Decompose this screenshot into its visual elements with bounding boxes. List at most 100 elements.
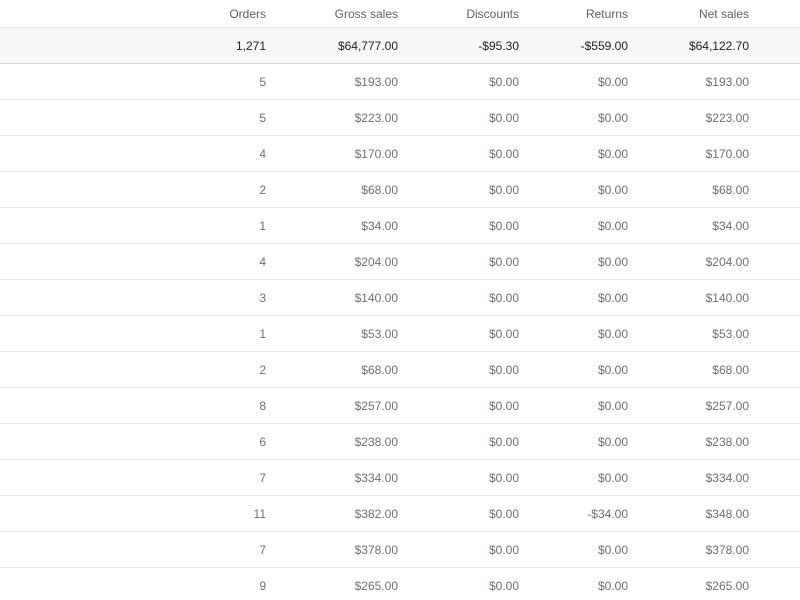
cell-orders: 7 — [259, 542, 266, 557]
cell-returns: $0.00 — [597, 542, 628, 557]
table-row[interactable]: 4 $204.00 $0.00 $0.00 $204.00 — [0, 244, 800, 280]
table-row[interactable]: 7 $378.00 $0.00 $0.00 $378.00 — [0, 532, 800, 568]
cell-discounts: $0.00 — [488, 470, 519, 485]
totals-row: 1,271 $64,777.00 -$95.30 -$559.00 $64,12… — [0, 28, 800, 64]
column-header-gross-sales[interactable]: Gross sales — [278, 0, 398, 27]
column-header-net-sales[interactable]: Net sales — [629, 0, 749, 27]
table-row[interactable]: 6 $238.00 $0.00 $0.00 $238.00 — [0, 424, 800, 460]
cell-gross-sales: $193.00 — [354, 74, 398, 89]
cell-returns: $0.00 — [597, 146, 628, 161]
table-row[interactable]: 1 $53.00 $0.00 $0.00 $53.00 — [0, 316, 800, 352]
cell-returns: $0.00 — [597, 470, 628, 485]
cell-gross-sales: $334.00 — [354, 470, 398, 485]
cell-returns: $0.00 — [597, 74, 628, 89]
table-row[interactable]: 2 $68.00 $0.00 $0.00 $68.00 — [0, 172, 800, 208]
cell-orders: 1 — [259, 326, 266, 341]
cell-net-sales: $53.00 — [712, 326, 749, 341]
table-header-row: Orders Gross sales Discounts Returns Net… — [0, 0, 800, 28]
cell-net-sales: $140.00 — [705, 290, 749, 305]
cell-gross-sales: $204.00 — [354, 254, 398, 269]
table-body: 5 $193.00 $0.00 $0.00 $193.00 5 $223.00 $0.00 $0… — [0, 64, 800, 600]
total-net-sales: $64,122.70 — [688, 38, 749, 53]
cell-returns: $0.00 — [597, 110, 628, 125]
total-returns: -$559.00 — [580, 38, 628, 53]
cell-gross-sales: $170.00 — [354, 146, 398, 161]
cell-orders: 2 — [259, 182, 266, 197]
cell-orders: 6 — [259, 434, 266, 449]
cell-net-sales: $223.00 — [705, 110, 749, 125]
cell-gross-sales: $68.00 — [361, 362, 398, 377]
cell-orders: 4 — [259, 254, 266, 269]
cell-net-sales: $257.00 — [705, 398, 749, 413]
cell-gross-sales: $265.00 — [354, 578, 398, 593]
table-row[interactable]: 5 $193.00 $0.00 $0.00 $193.00 — [0, 64, 800, 100]
cell-discounts: $0.00 — [488, 506, 519, 521]
table-row[interactable]: 7 $334.00 $0.00 $0.00 $334.00 — [0, 460, 800, 496]
cell-returns: $0.00 — [597, 218, 628, 233]
table-row[interactable]: 9 $265.00 $0.00 $0.00 $265.00 — [0, 568, 800, 600]
cell-orders: 5 — [259, 74, 266, 89]
cell-discounts: $0.00 — [488, 182, 519, 197]
cell-orders: 9 — [259, 578, 266, 593]
cell-net-sales: $170.00 — [705, 146, 749, 161]
table-row[interactable]: 2 $68.00 $0.00 $0.00 $68.00 — [0, 352, 800, 388]
cell-discounts: $0.00 — [488, 326, 519, 341]
cell-gross-sales: $223.00 — [354, 110, 398, 125]
cell-gross-sales: $34.00 — [361, 218, 398, 233]
table-row[interactable]: 5 $223.00 $0.00 $0.00 $223.00 — [0, 100, 800, 136]
column-header-discounts[interactable]: Discounts — [399, 0, 519, 27]
table-row[interactable]: 4 $170.00 $0.00 $0.00 $170.00 — [0, 136, 800, 172]
cell-discounts: $0.00 — [488, 290, 519, 305]
table-row[interactable]: 3 $140.00 $0.00 $0.00 $140.00 — [0, 280, 800, 316]
cell-returns: $0.00 — [597, 290, 628, 305]
cell-returns: $0.00 — [597, 434, 628, 449]
cell-net-sales: $204.00 — [705, 254, 749, 269]
column-header-orders[interactable]: Orders — [146, 0, 266, 27]
cell-returns: $0.00 — [597, 326, 628, 341]
cell-net-sales: $238.00 — [705, 434, 749, 449]
cell-gross-sales: $382.00 — [354, 506, 398, 521]
cell-discounts: $0.00 — [488, 110, 519, 125]
cell-returns: $0.00 — [597, 254, 628, 269]
sales-report-table: Orders Gross sales Discounts Returns Net… — [0, 0, 800, 600]
cell-gross-sales: $238.00 — [354, 434, 398, 449]
table-row[interactable]: 11 $382.00 $0.00 -$34.00 $348.00 — [0, 496, 800, 532]
cell-orders: 7 — [259, 470, 266, 485]
cell-discounts: $0.00 — [488, 254, 519, 269]
table-row[interactable]: 8 $257.00 $0.00 $0.00 $257.00 — [0, 388, 800, 424]
cell-returns: $0.00 — [597, 578, 628, 593]
table-row[interactable]: 1 $34.00 $0.00 $0.00 $34.00 — [0, 208, 800, 244]
cell-net-sales: $34.00 — [712, 218, 749, 233]
total-gross-sales: $64,777.00 — [337, 38, 398, 53]
cell-gross-sales: $378.00 — [354, 542, 398, 557]
total-orders: 1,271 — [235, 38, 266, 53]
cell-orders: 8 — [259, 398, 266, 413]
column-header-returns[interactable]: Returns — [508, 0, 628, 27]
cell-net-sales: $265.00 — [705, 578, 749, 593]
cell-orders: 5 — [259, 110, 266, 125]
cell-net-sales: $378.00 — [705, 542, 749, 557]
cell-orders: 11 — [253, 506, 266, 521]
cell-discounts: $0.00 — [488, 218, 519, 233]
cell-returns: $0.00 — [597, 182, 628, 197]
cell-discounts: $0.00 — [488, 434, 519, 449]
cell-net-sales: $193.00 — [705, 74, 749, 89]
cell-net-sales: $68.00 — [712, 362, 749, 377]
cell-gross-sales: $257.00 — [354, 398, 398, 413]
cell-orders: 1 — [259, 218, 266, 233]
cell-orders: 3 — [259, 290, 266, 305]
cell-returns: -$34.00 — [587, 506, 628, 521]
cell-returns: $0.00 — [597, 398, 628, 413]
total-discounts: -$95.30 — [478, 38, 519, 53]
cell-orders: 2 — [259, 362, 266, 377]
cell-discounts: $0.00 — [488, 398, 519, 413]
cell-net-sales: $348.00 — [705, 506, 749, 521]
cell-discounts: $0.00 — [488, 146, 519, 161]
cell-returns: $0.00 — [597, 362, 628, 377]
cell-net-sales: $68.00 — [712, 182, 749, 197]
cell-gross-sales: $140.00 — [354, 290, 398, 305]
cell-gross-sales: $53.00 — [361, 326, 398, 341]
cell-gross-sales: $68.00 — [361, 182, 398, 197]
cell-orders: 4 — [259, 146, 266, 161]
cell-net-sales: $334.00 — [705, 470, 749, 485]
